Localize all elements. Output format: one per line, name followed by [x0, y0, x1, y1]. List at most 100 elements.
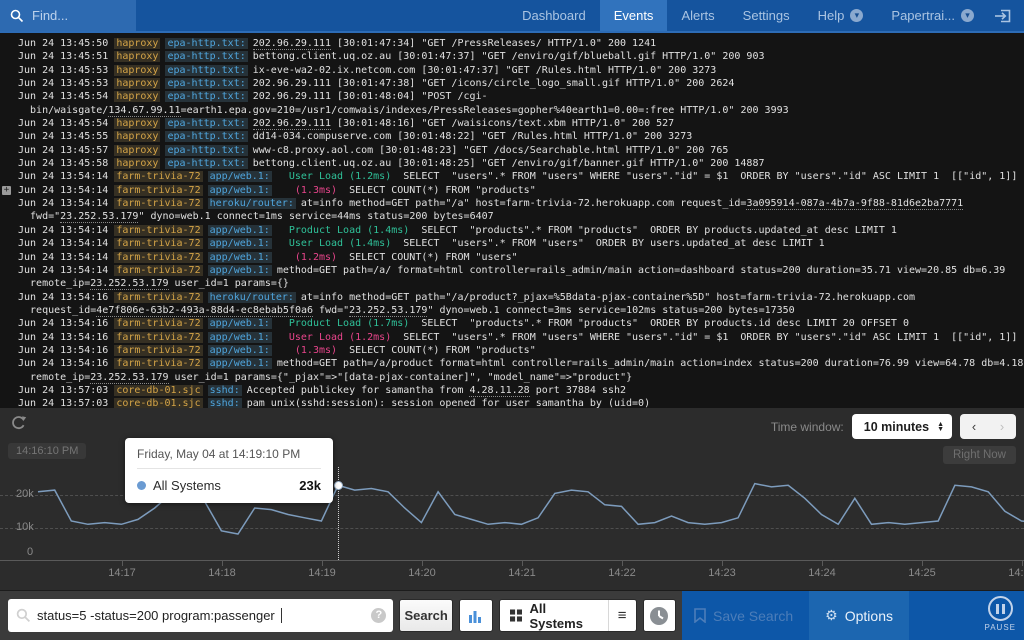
log-sender[interactable]: haproxy [114, 65, 160, 76]
log-sender[interactable]: farm-trivia-72 [114, 198, 202, 209]
log-line[interactable]: bin/waisgate/134.67.99.11=earth1.epa.gov… [18, 104, 1024, 117]
log-viewer[interactable]: Jun 24 13:45:50haproxyepa-http.txt:202.9… [0, 33, 1024, 408]
search-button[interactable]: Search [399, 599, 453, 632]
log-sender[interactable]: farm-trivia-72 [114, 252, 202, 263]
log-program[interactable]: heroku/router: [208, 198, 296, 209]
log-program[interactable]: app/web.1: [208, 265, 272, 276]
log-program[interactable]: app/web.1: [208, 345, 272, 356]
log-program[interactable]: epa-http.txt: [165, 158, 247, 169]
logout-button[interactable] [988, 0, 1024, 31]
log-line[interactable]: Jun 24 13:57:03core-db-01.sjcsshd:Accept… [18, 384, 1024, 397]
log-sender[interactable]: farm-trivia-72 [114, 171, 202, 182]
log-program[interactable]: app/web.1: [208, 238, 272, 249]
log-program[interactable]: app/web.1: [208, 318, 272, 329]
log-sender[interactable]: farm-trivia-72 [114, 292, 202, 303]
log-sender[interactable]: farm-trivia-72 [114, 318, 202, 329]
log-line[interactable]: Jun 24 13:45:55haproxyepa-http.txt:dd14-… [18, 130, 1024, 143]
log-line[interactable]: Jun 24 13:45:54haproxyepa-http.txt:202.9… [18, 117, 1024, 130]
log-link[interactable]: 4e7f806e-63b2-493a-88d4-ec8ebab5f0a6 [96, 305, 313, 317]
log-link[interactable]: 23.252.53.179 [90, 278, 168, 290]
log-program[interactable]: sshd: [208, 385, 242, 396]
log-line[interactable]: Jun 24 13:54:14farm-trivia-72app/web.1: … [18, 170, 1024, 183]
log-sender[interactable]: haproxy [114, 145, 160, 156]
log-sender[interactable]: farm-trivia-72 [114, 345, 202, 356]
find-input[interactable]: Find... [0, 0, 136, 31]
time-jump-button[interactable] [643, 599, 677, 632]
log-link[interactable]: 202.96.29.111 [253, 118, 331, 130]
log-line[interactable]: +Jun 24 13:54:14farm-trivia-72app/web.1:… [18, 184, 1024, 197]
log-sender[interactable]: farm-trivia-72 [114, 332, 202, 343]
log-program[interactable]: epa-http.txt: [165, 91, 247, 102]
nav-events[interactable]: Events [600, 0, 668, 31]
all-systems-button[interactable]: All Systems [500, 600, 607, 631]
query-input[interactable]: status=5 -status=200 program:passenger ? [8, 599, 393, 632]
log-sender[interactable]: haproxy [114, 38, 160, 49]
log-line[interactable]: Jun 24 13:54:16farm-trivia-72app/web.1: … [18, 331, 1024, 344]
log-program[interactable]: heroku/router: [208, 292, 296, 303]
log-program[interactable]: epa-http.txt: [165, 118, 247, 129]
log-sender[interactable]: farm-trivia-72 [114, 358, 202, 369]
log-line[interactable]: Jun 24 13:54:14farm-trivia-72app/web.1: … [18, 237, 1024, 250]
log-program[interactable]: app/web.1: [208, 171, 272, 182]
log-line[interactable]: Jun 24 13:45:53haproxyepa-http.txt:202.9… [18, 77, 1024, 90]
log-line[interactable]: Jun 24 13:45:57haproxyepa-http.txt:www-c… [18, 144, 1024, 157]
log-line[interactable]: Jun 24 13:54:14farm-trivia-72app/web.1: … [18, 251, 1024, 264]
log-link[interactable]: 23.252.53.179 [349, 305, 427, 317]
log-line[interactable]: Jun 24 13:45:51haproxyepa-http.txt:betto… [18, 50, 1024, 63]
log-sender[interactable]: farm-trivia-72 [114, 225, 202, 236]
log-line[interactable]: Jun 24 13:45:50haproxyepa-http.txt:202.9… [18, 37, 1024, 50]
log-link[interactable]: 23.252.53.179 [60, 211, 138, 223]
log-sender[interactable]: haproxy [114, 51, 160, 62]
log-line[interactable]: Jun 24 13:54:14farm-trivia-72heroku/rout… [18, 197, 1024, 210]
log-line[interactable]: request_id=4e7f806e-63b2-493a-88d4-ec8eb… [18, 304, 1024, 317]
log-link[interactable]: 202.96.29.111 [253, 38, 331, 50]
log-line[interactable]: remote_ip=23.252.53.179 user_id=1 params… [18, 371, 1024, 384]
log-line[interactable]: Jun 24 13:45:53haproxyepa-http.txt:ix-ev… [18, 64, 1024, 77]
log-link[interactable]: 4.28.11.28 [469, 385, 529, 397]
log-sender[interactable]: farm-trivia-72 [114, 238, 202, 249]
log-sender[interactable]: haproxy [114, 158, 160, 169]
nav-papertrail-menu[interactable]: Papertrai...▾ [877, 0, 988, 31]
log-sender[interactable]: haproxy [114, 78, 160, 89]
log-line[interactable]: Jun 24 13:54:14farm-trivia-72app/web.1:m… [18, 264, 1024, 277]
log-program[interactable]: epa-http.txt: [165, 38, 247, 49]
log-program[interactable]: app/web.1: [208, 358, 272, 369]
options-button[interactable]: ⚙ Options [809, 591, 909, 640]
log-line[interactable]: Jun 24 13:57:03core-db-01.sjcsshd:pam_un… [18, 397, 1024, 408]
query-help-icon[interactable]: ? [371, 608, 386, 623]
nav-settings[interactable]: Settings [729, 0, 804, 31]
log-sender[interactable]: haproxy [114, 118, 160, 129]
log-program[interactable]: epa-http.txt: [165, 78, 247, 89]
histogram-button[interactable] [459, 599, 493, 632]
nav-dashboard[interactable]: Dashboard [508, 0, 600, 31]
log-program[interactable]: epa-http.txt: [165, 145, 247, 156]
log-link[interactable]: 3a095914-087a-4b7a-9f88-81d6e2ba7771 [746, 198, 963, 210]
nav-help[interactable]: Help▾ [804, 0, 878, 31]
log-sender[interactable]: core-db-01.sjc [114, 398, 202, 408]
log-line[interactable]: Jun 24 13:45:54haproxyepa-http.txt:202.9… [18, 90, 1024, 103]
pause-button[interactable]: PAUSE [984, 596, 1016, 632]
log-program[interactable]: epa-http.txt: [165, 131, 247, 142]
systems-list-button[interactable]: ≡ [608, 600, 636, 631]
log-line[interactable]: Jun 24 13:54:16farm-trivia-72app/web.1: … [18, 317, 1024, 330]
log-sender[interactable]: core-db-01.sjc [114, 385, 202, 396]
log-line[interactable]: Jun 24 13:54:14farm-trivia-72app/web.1: … [18, 224, 1024, 237]
log-sender[interactable]: farm-trivia-72 [114, 185, 202, 196]
log-program[interactable]: epa-http.txt: [165, 51, 247, 62]
expand-context-icon[interactable]: + [2, 186, 11, 195]
log-line[interactable]: fwd="23.252.53.179" dyno=web.1 connect=1… [18, 210, 1024, 223]
log-program[interactable]: app/web.1: [208, 252, 272, 263]
log-link[interactable]: 23.252.53.179 [90, 372, 168, 384]
log-line[interactable]: Jun 24 13:54:16farm-trivia-72app/web.1: … [18, 344, 1024, 357]
save-search-button[interactable]: Save Search [682, 591, 809, 640]
log-program[interactable]: epa-http.txt: [165, 65, 247, 76]
log-line[interactable]: Jun 24 13:45:58haproxyepa-http.txt:betto… [18, 157, 1024, 170]
log-program[interactable]: app/web.1: [208, 225, 272, 236]
log-line[interactable]: remote_ip=23.252.53.179 user_id=1 params… [18, 277, 1024, 290]
log-sender[interactable]: haproxy [114, 131, 160, 142]
log-program[interactable]: app/web.1: [208, 185, 272, 196]
log-sender[interactable]: haproxy [114, 91, 160, 102]
log-program[interactable]: sshd: [208, 398, 242, 408]
log-line[interactable]: Jun 24 13:54:16farm-trivia-72app/web.1:m… [18, 357, 1024, 370]
log-link[interactable]: 134.67.99.11 [108, 105, 180, 117]
